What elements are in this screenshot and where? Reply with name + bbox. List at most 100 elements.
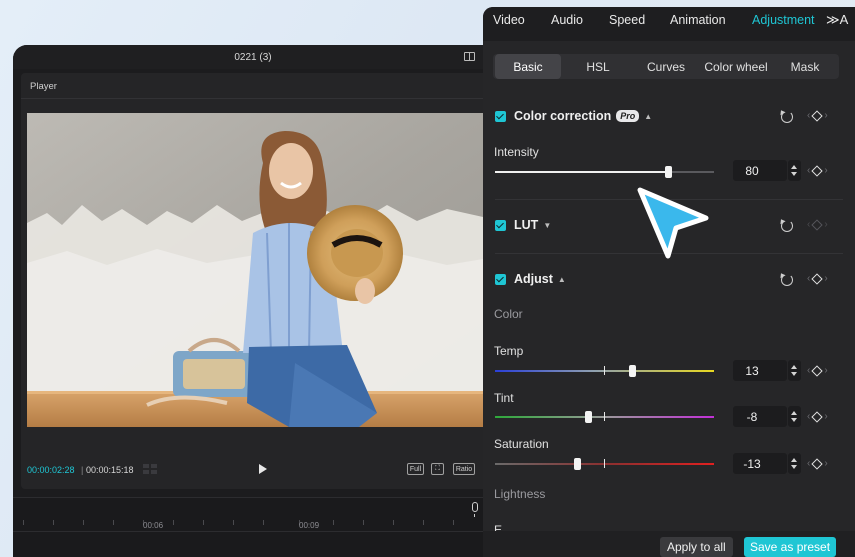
timeline[interactable]: 00:06 00:09 [13,497,493,557]
tint-stepper[interactable] [788,406,801,427]
intensity-fill [495,171,668,173]
adjust-header[interactable]: Adjust ▲ [495,270,566,288]
keyframe-nav: ‹ › [807,410,828,423]
keyframe-diamond-icon[interactable] [811,364,824,377]
next-keyframe-icon[interactable]: › [824,219,827,230]
subtab-curves[interactable]: Curves [633,54,699,79]
more-tabs-icon[interactable]: ≫A [826,12,848,28]
prev-keyframe-icon[interactable]: ‹ [807,110,810,121]
saturation-stepper[interactable] [788,453,801,474]
slider-thumb[interactable] [574,458,581,470]
next-keyframe-icon[interactable]: › [824,458,827,469]
prev-keyframe-icon[interactable]: ‹ [807,458,810,469]
slider-thumb[interactable] [585,411,592,423]
play-icon[interactable] [259,464,267,474]
keyframe-nav: ‹ › [807,164,828,177]
adjust-title: Adjust [514,272,553,286]
pro-badge: Pro [616,110,640,122]
slider-center-mark [604,366,605,375]
panel-footer: Apply to all Save as preset [483,531,855,557]
temp-slider[interactable] [495,365,714,377]
lut-checkbox[interactable] [495,219,506,231]
prev-keyframe-icon[interactable]: ‹ [807,273,810,284]
subtab-mask[interactable]: Mask [773,54,837,79]
slider-thumb[interactable] [665,166,672,178]
reset-icon[interactable] [781,220,793,232]
next-keyframe-icon[interactable]: › [824,365,827,376]
lut-header[interactable]: LUT ▼ [495,216,551,234]
saturation-value[interactable]: -13 [733,453,787,474]
next-keyframe-icon[interactable]: › [824,411,827,422]
keyframe-diamond-icon[interactable] [811,410,824,423]
ratio-button[interactable]: Ratio [453,463,475,475]
reset-icon[interactable] [781,274,793,286]
prev-keyframe-icon[interactable]: ‹ [807,165,810,176]
color-correction-title: Color correction [514,109,612,123]
timeline-ruler: 00:06 00:09 [13,520,493,532]
temp-stepper[interactable] [788,360,801,381]
caret-up-icon[interactable]: ▲ [644,112,652,121]
keyframe-diamond-icon[interactable] [811,457,824,470]
keyframe-diamond-icon[interactable] [811,109,824,122]
slider-center-mark [604,459,605,468]
next-keyframe-icon[interactable]: › [824,273,827,284]
color-correction-checkbox[interactable] [495,110,506,122]
reset-icon[interactable] [781,111,793,123]
timecode-separator: | [81,465,84,475]
video-frame-image [27,113,483,427]
tab-animation[interactable]: Animation [670,13,726,27]
prev-keyframe-icon[interactable]: ‹ [807,365,810,376]
apply-to-all-button[interactable]: Apply to all [660,537,733,557]
intensity-slider[interactable] [495,166,714,178]
tab-adjustment[interactable]: Adjustment [752,13,815,27]
layout-icon[interactable] [464,52,475,61]
player-panel: Player 00:00:02:28 | 00:00:15:18 Full ⛶ … [21,73,493,489]
keyframe-diamond-icon[interactable] [811,164,824,177]
prev-keyframe-icon[interactable]: ‹ [807,411,810,422]
slider-thumb[interactable] [629,365,636,377]
keyframe-diamond-icon[interactable] [811,218,824,231]
tint-label: Tint [494,391,514,405]
keyframe-nav: ‹ › [807,272,828,285]
caret-down-icon[interactable]: ▼ [543,221,551,230]
player-controls: 00:00:02:28 | 00:00:15:18 Full ⛶ Ratio [21,457,493,481]
adjustment-subtabs: Basic HSL Curves Color wheel Mask [493,54,839,79]
caret-up-icon[interactable]: ▲ [558,275,566,284]
slider-center-mark [604,412,605,421]
next-keyframe-icon[interactable]: › [824,110,827,121]
player-window: 0221 (3) Player 00:00:02:28 | 00:00:15:1… [13,45,493,557]
intensity-value[interactable]: 80 [733,160,787,181]
tab-video[interactable]: Video [493,13,525,27]
saturation-slider[interactable] [495,458,714,470]
pointer-cursor-icon [637,187,709,259]
ruler-label: 00:09 [299,521,320,530]
tint-value[interactable]: -8 [733,406,787,427]
tint-slider[interactable] [495,411,714,423]
microphone-icon[interactable] [472,502,478,517]
keyframe-diamond-icon[interactable] [811,272,824,285]
temp-label: Temp [494,344,524,358]
ruler-label: 00:06 [143,521,164,530]
fit-icon[interactable]: ⛶ [431,463,444,475]
save-as-preset-button[interactable]: Save as preset [744,537,837,557]
adjust-checkbox[interactable] [495,273,506,285]
subtab-basic[interactable]: Basic [495,54,561,79]
intensity-stepper[interactable] [788,160,801,181]
keyframe-nav: ‹ › [807,364,828,377]
next-keyframe-icon[interactable]: › [824,165,827,176]
total-timecode: 00:00:15:18 [86,465,134,475]
subtab-hsl[interactable]: HSL [565,54,631,79]
grid-icon[interactable] [143,464,158,475]
saturation-label: Saturation [494,437,549,451]
temp-value[interactable]: 13 [733,360,787,381]
prev-keyframe-icon[interactable]: ‹ [807,219,810,230]
color-correction-header[interactable]: Color correction Pro ▲ [495,107,652,125]
subtab-color-wheel[interactable]: Color wheel [701,54,771,79]
lightness-group-label: Lightness [494,487,546,501]
inspector-panel: Video Audio Speed Animation Adjustment ≫… [483,7,855,557]
lut-title: LUT [514,218,539,232]
tab-audio[interactable]: Audio [551,13,583,27]
video-preview[interactable] [27,113,483,427]
tab-speed[interactable]: Speed [609,13,645,27]
full-button[interactable]: Full [407,463,424,475]
